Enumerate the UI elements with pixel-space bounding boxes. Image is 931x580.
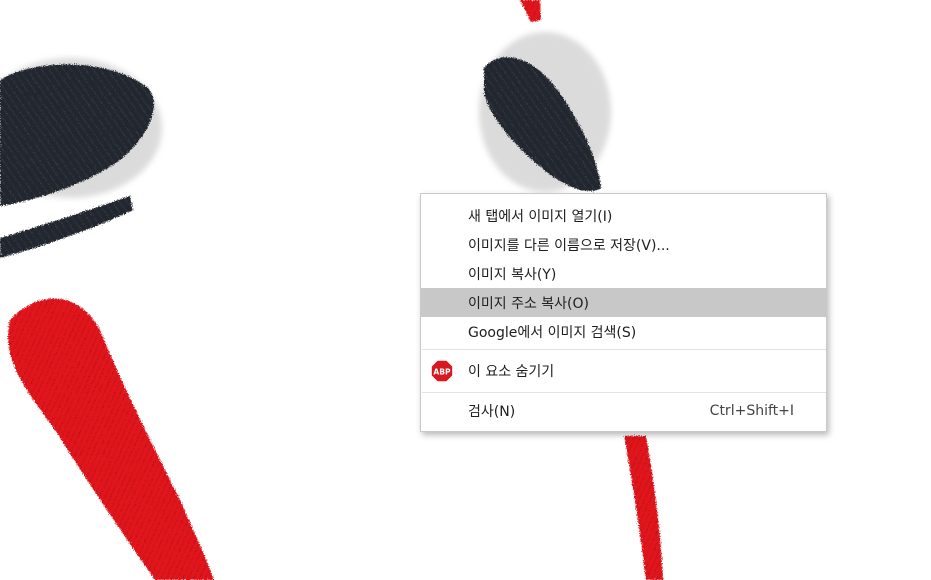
context-menu: 새 탭에서 이미지 열기(I) 이미지를 다른 이름으로 저장(V)... 이미…: [420, 193, 827, 432]
menu-item-shortcut: Ctrl+Shift+I: [709, 402, 794, 419]
menu-item-open-image-new-tab[interactable]: 새 탭에서 이미지 열기(I): [421, 201, 826, 230]
menu-item-search-google-image[interactable]: Google에서 이미지 검색(S): [421, 317, 826, 346]
menu-item-label: 이미지를 다른 이름으로 저장(V)...: [468, 237, 670, 254]
abp-icon: ABP: [431, 360, 453, 382]
menu-item-save-image-as[interactable]: 이미지를 다른 이름으로 저장(V)...: [421, 230, 826, 259]
menu-item-label: 새 탭에서 이미지 열기(I): [468, 208, 613, 225]
menu-item-label: Google에서 이미지 검색(S): [468, 324, 637, 341]
menu-item-inspect[interactable]: 검사(N) Ctrl+Shift+I: [421, 396, 826, 425]
menu-item-label: 이미지 주소 복사(O): [468, 295, 590, 312]
menu-item-hide-element[interactable]: ABP 이 요소 숨기기: [421, 353, 826, 389]
menu-item-copy-image[interactable]: 이미지 복사(Y): [421, 259, 826, 288]
menu-separator: [422, 392, 826, 393]
menu-item-label: 이 요소 숨기기: [468, 364, 555, 380]
menu-item-copy-image-address[interactable]: 이미지 주소 복사(O): [421, 288, 826, 317]
menu-item-label: 검사(N): [468, 403, 516, 420]
abp-icon-text: ABP: [433, 368, 451, 377]
menu-separator: [422, 349, 826, 350]
menu-item-label: 이미지 복사(Y): [468, 266, 557, 283]
